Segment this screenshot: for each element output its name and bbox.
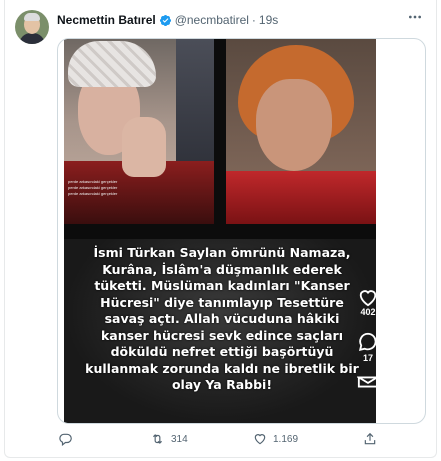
- overlay-labels: perde arkasındaki gerçekler perde arkası…: [68, 179, 188, 197]
- video-comment-action[interactable]: 17: [357, 331, 376, 363]
- left-photo: perde arkasındaki gerçekler perde arkası…: [64, 39, 214, 224]
- tweet-header: Necmettin Batırel @necmbatirel · 19s: [57, 12, 278, 28]
- media-container[interactable]: perde arkasındaki gerçekler perde arkası…: [57, 38, 426, 424]
- video-player[interactable]: perde arkasındaki gerçekler perde arkası…: [64, 39, 376, 423]
- tweet-actions: 314 1.169: [57, 430, 417, 448]
- avatar-hair: [24, 13, 40, 21]
- like-icon[interactable]: [253, 432, 267, 446]
- video-like-count: 402: [360, 307, 376, 317]
- video-caption-area: İsmi Türkan Saylan ömrünü Namaza, Kurâna…: [64, 239, 376, 423]
- tweet-card[interactable]: Necmettin Batırel @necmbatirel · 19s per…: [4, 0, 437, 458]
- retweet-icon[interactable]: [150, 432, 165, 446]
- retweet-count: 314: [171, 433, 188, 445]
- author-handle[interactable]: @necmbatirel: [175, 13, 249, 27]
- like-button[interactable]: 1.169: [253, 430, 298, 448]
- send-icon[interactable]: [357, 375, 376, 389]
- left-photo-hand: [122, 117, 166, 177]
- separator-dot: ·: [251, 13, 256, 27]
- avatar[interactable]: [15, 10, 49, 44]
- like-count: 1.169: [273, 433, 299, 445]
- share-button[interactable]: [363, 430, 377, 448]
- verified-badge-icon: [159, 14, 172, 27]
- video-share-action[interactable]: [357, 375, 376, 389]
- video-caption-text: İsmi Türkan Saylan ömrünü Namaza, Kurâna…: [85, 245, 359, 392]
- comment-bubble-icon[interactable]: [357, 331, 376, 353]
- video-side-actions: 402 17: [346, 287, 376, 389]
- ellipsis-icon[interactable]: [404, 8, 426, 26]
- right-photo-jacket: [226, 171, 376, 224]
- retweet-button[interactable]: 314: [150, 430, 188, 448]
- right-photo-face: [256, 79, 332, 171]
- reply-button[interactable]: [59, 430, 73, 448]
- video-like-action[interactable]: 402: [357, 287, 376, 317]
- video-comment-count: 17: [362, 353, 373, 363]
- reply-icon[interactable]: [59, 432, 73, 446]
- left-photo-headscarf: [68, 41, 156, 87]
- heart-icon[interactable]: [357, 287, 376, 307]
- author-name[interactable]: Necmettin Batırel: [57, 13, 156, 27]
- tweet-timestamp[interactable]: 19s: [259, 13, 278, 27]
- share-icon[interactable]: [363, 432, 377, 446]
- avatar-body: [19, 33, 45, 44]
- overlay-label: perde arkasındaki gerçekler: [68, 191, 118, 196]
- right-photo: [226, 39, 376, 224]
